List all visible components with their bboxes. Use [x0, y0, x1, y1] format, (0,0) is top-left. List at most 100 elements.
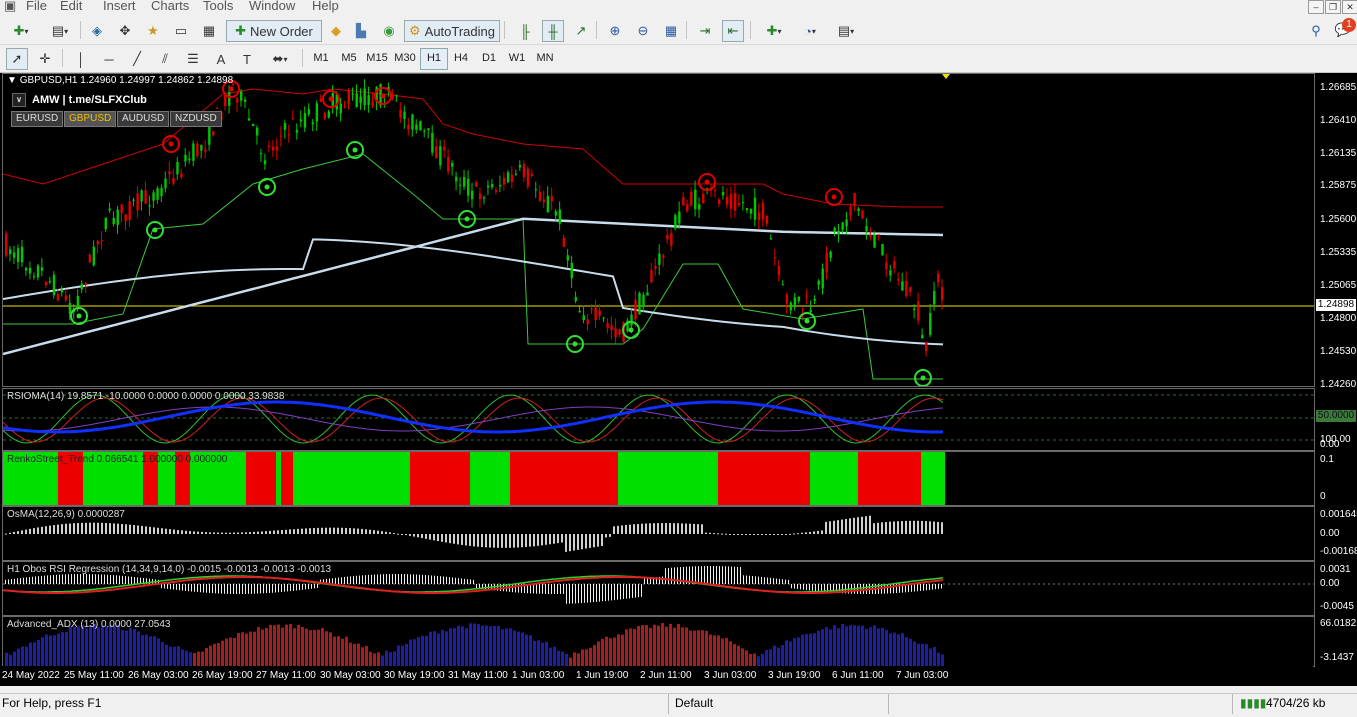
adx-bar — [5, 652, 8, 666]
new-chart-icon[interactable]: ✚ ▾ — [5, 20, 37, 42]
candle-body — [837, 230, 840, 235]
timeframe-m1[interactable]: M1 — [308, 48, 334, 68]
restore-icon[interactable]: ❐ — [1325, 0, 1341, 14]
vertical-line-icon[interactable]: │ — [70, 48, 92, 70]
obos-bar — [374, 574, 375, 584]
line-chart-icon[interactable]: ↗ — [570, 20, 592, 42]
line-studies-toolbar: ➚ ✛ │ ─ ╱ ⫽ ☰ A T ⬌ ▾ M1 M5 M15 M30 H1 H4… — [0, 45, 1357, 73]
timeframe-m5[interactable]: M5 — [336, 48, 362, 68]
search-icon[interactable]: ⚲ — [1305, 20, 1327, 42]
timeframe-w1[interactable]: W1 — [504, 48, 530, 68]
osma-bar — [757, 534, 759, 535]
menu-tools[interactable]: Tools — [203, 0, 233, 13]
fibonacci-icon[interactable]: ☰ — [182, 48, 204, 70]
market-watch-icon[interactable]: ◈ — [86, 20, 108, 42]
crosshair-icon[interactable]: ✛ — [34, 48, 56, 70]
timeframe-h4[interactable]: H4 — [448, 48, 474, 68]
signals-icon[interactable]: ◉ — [378, 20, 400, 42]
menu-charts[interactable]: Charts — [151, 0, 189, 13]
periods-icon[interactable]: ◔ ▾ — [794, 20, 826, 42]
text-label-icon[interactable]: T — [236, 48, 258, 70]
adx-bar — [349, 642, 352, 666]
candle-body — [562, 237, 566, 247]
autotrading-button[interactable]: ⚙ AutoTrading — [404, 20, 500, 42]
tile-windows-icon[interactable]: ▦ — [660, 20, 682, 42]
obos-bar — [713, 566, 714, 584]
obos-bar — [800, 584, 801, 590]
obos-bar — [191, 584, 192, 592]
data-window-icon[interactable]: ✥ — [114, 20, 136, 42]
obos-bar — [224, 584, 225, 594]
adx-bar — [605, 636, 608, 666]
timeframe-mn[interactable]: MN — [532, 48, 558, 68]
market-icon[interactable]: ▙ — [350, 20, 372, 42]
candlestick-icon[interactable]: ╫ — [542, 20, 564, 42]
app-icon[interactable]: ▣ — [4, 0, 16, 14]
menu-help[interactable]: Help — [312, 0, 339, 13]
candle-body — [570, 262, 573, 279]
notifications-icon[interactable]: 💬 1 — [1330, 18, 1356, 40]
candle-body — [423, 130, 426, 132]
timeframe-m15[interactable]: M15 — [364, 48, 390, 68]
menu-edit[interactable]: Edit — [60, 0, 82, 13]
candle-body — [586, 319, 589, 325]
arrows-icon[interactable]: ⬌ ▾ — [264, 48, 296, 70]
timeframe-m30[interactable]: M30 — [392, 48, 418, 68]
adx-bar — [29, 642, 32, 666]
templates-icon[interactable]: ▤ ▾ — [830, 20, 862, 42]
text-icon[interactable]: A — [210, 48, 232, 70]
timeframe-d1[interactable]: D1 — [476, 48, 502, 68]
navigator-icon[interactable]: ★ — [142, 20, 164, 42]
chart-shift-icon[interactable]: ⇥ — [694, 20, 716, 42]
obos-bar — [119, 575, 120, 584]
metaeditor-icon[interactable]: ◆ — [325, 20, 347, 42]
indicators-icon[interactable]: ✚ ▾ — [758, 20, 790, 42]
new-order-button[interactable]: ✚ New Order — [226, 20, 322, 42]
zoom-out-icon[interactable]: ⊖ — [632, 20, 654, 42]
rsioma-pane[interactable]: RSIOMA(14) 19.8571 -10.0000 0.0000 0.000… — [2, 388, 1315, 451]
bar-chart-icon[interactable]: ╟ — [514, 20, 536, 42]
horizontal-line-icon[interactable]: ─ — [98, 48, 120, 70]
strategy-tester-icon[interactable]: ▦ — [198, 20, 220, 42]
adx-pane[interactable]: Advanced_ADX (13) 0.0000 27.0543 — [2, 616, 1315, 667]
adx-bar — [85, 628, 88, 666]
pair-button-eurusd[interactable]: EURUSD — [11, 111, 64, 127]
adx-bar — [165, 644, 168, 666]
timeframe-h1[interactable]: H1 — [420, 48, 448, 70]
osma-bar — [129, 524, 131, 534]
candle-body — [530, 173, 534, 176]
candle-body — [36, 265, 40, 278]
autoscroll-icon[interactable]: ⇤ — [722, 20, 744, 42]
menu-insert[interactable]: Insert — [103, 0, 136, 13]
pair-button-gbpusd[interactable]: GBPUSD — [64, 111, 117, 127]
osma-bar — [857, 517, 859, 534]
candle-body — [598, 310, 601, 316]
chart-window[interactable]: ▼ GBPUSD,H1 1.24960 1.24997 1.24862 1.24… — [0, 73, 1357, 686]
renko-pane[interactable]: RenkoStreet_Trend 0.066541 1.000000 0.00… — [2, 451, 1315, 506]
adx-bar — [469, 623, 472, 666]
renko-axis-top: 0.1 — [1320, 454, 1334, 465]
minimize-icon[interactable]: – — [1308, 0, 1324, 14]
adx-bar — [185, 650, 188, 666]
menu-window[interactable]: Window — [249, 0, 295, 13]
osma-pane[interactable]: OsMA(12,26,9) 0.0000287 — [2, 506, 1315, 561]
terminal-icon[interactable]: ▭ — [170, 20, 192, 42]
candle-body — [40, 267, 44, 271]
obos-pane[interactable]: H1 Obos RSI Regression (14,34,9,14,0) -0… — [2, 561, 1315, 616]
osma-bar — [293, 529, 295, 534]
equidistant-channel-icon[interactable]: ⫽ — [154, 48, 176, 70]
trendline-icon[interactable]: ╱ — [126, 48, 148, 70]
pair-button-audusd[interactable]: AUDUSD — [117, 111, 170, 127]
obos-bar — [194, 584, 195, 592]
osma-bar — [537, 534, 539, 546]
menu-file[interactable]: File — [26, 0, 47, 13]
adx-bar — [213, 643, 216, 666]
zoom-in-icon[interactable]: ⊕ — [604, 20, 626, 42]
osma-bar — [873, 523, 875, 534]
profiles-icon[interactable]: ▤ ▾ — [44, 20, 76, 42]
close-icon[interactable]: ✕ — [1342, 0, 1357, 14]
price-pane[interactable]: ▼ GBPUSD,H1 1.24960 1.24997 1.24862 1.24… — [2, 73, 1315, 387]
pair-button-nzdusd[interactable]: NZDUSD — [170, 111, 222, 127]
collapse-icon[interactable]: ∨ — [12, 93, 26, 107]
cursor-icon[interactable]: ➚ — [6, 48, 28, 70]
